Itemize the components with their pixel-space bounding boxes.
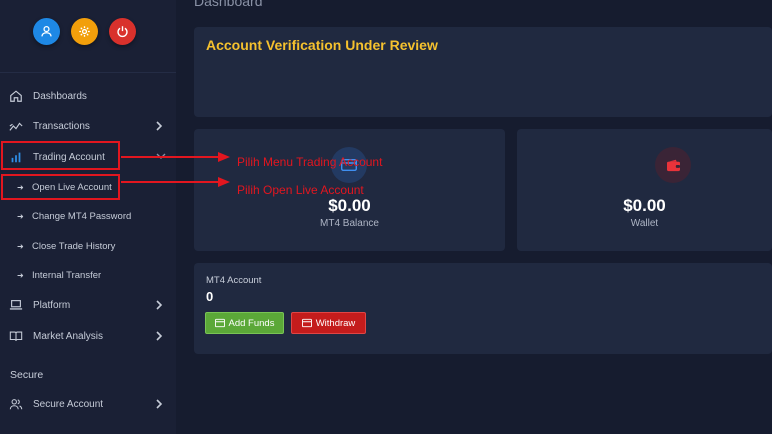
sidebar-subitem-close-trade-history[interactable]: ➜ Close Trade History <box>0 235 176 257</box>
sidebar-item-label: Transactions <box>33 120 90 132</box>
highlight-box-open-live-account <box>1 174 120 200</box>
sidebar-item-label: Platform <box>33 299 71 311</box>
annotation-step-2: Pilih Open Live Account <box>237 183 364 197</box>
add-funds-label: Add Funds <box>228 317 275 329</box>
sidebar-subitem-label: Close Trade History <box>32 240 116 252</box>
wallet-label: Wallet <box>630 218 659 229</box>
add-funds-button[interactable]: Add Funds <box>205 312 284 334</box>
arrow-right-icon: ➜ <box>17 270 24 280</box>
sidebar-item-dashboards[interactable]: Dashboards <box>0 84 176 108</box>
power-icon <box>117 26 128 38</box>
mt4-balance-label: MT4 Balance <box>320 218 379 229</box>
sidebar-top-buttons <box>33 18 136 45</box>
gear-icon <box>79 26 90 37</box>
annotation-step-1: Pilih Menu Trading Account <box>237 155 383 169</box>
chevron-right-icon <box>156 300 163 310</box>
wallet-icon-wrap <box>655 147 691 183</box>
sidebar-item-label: Dashboards <box>33 90 87 102</box>
sidebar-section-title: Secure <box>10 369 44 381</box>
chevron-right-icon <box>156 121 163 131</box>
verification-title: Account Verification Under Review <box>206 37 438 53</box>
laptop-icon <box>8 298 23 313</box>
settings-button[interactable] <box>71 18 98 45</box>
sidebar-item-platform[interactable]: Platform <box>0 293 176 317</box>
highlight-box-trading-account <box>1 141 120 170</box>
arrow-right-icon: ➜ <box>17 211 24 221</box>
trend-icon <box>8 119 23 134</box>
sidebar-divider <box>0 72 176 73</box>
wallet-icon <box>666 159 680 171</box>
chevron-right-icon <box>156 331 163 341</box>
withdraw-button[interactable]: Withdraw <box>291 312 366 334</box>
sidebar-subitem-change-mt4-password[interactable]: ➜ Change MT4 Password <box>0 205 176 227</box>
sidebar-item-market-analysis[interactable]: Market Analysis <box>0 324 176 348</box>
sidebar-item-secure-account[interactable]: Secure Account <box>0 392 176 416</box>
sidebar-item-label: Market Analysis <box>33 330 104 342</box>
card-icon <box>301 318 312 328</box>
withdraw-label: Withdraw <box>315 317 356 329</box>
sidebar: Dashboards Transactions Trading Account … <box>0 0 176 434</box>
home-icon <box>8 89 23 104</box>
card-icon <box>214 318 225 328</box>
verification-card: Account Verification Under Review <box>194 27 772 117</box>
users-icon <box>8 397 23 412</box>
mt4-account-card: MT4 Account 0 Add Funds Withdraw <box>194 263 772 354</box>
user-icon <box>41 25 52 37</box>
sidebar-item-transactions[interactable]: Transactions <box>0 114 176 138</box>
book-icon <box>8 329 23 344</box>
mt4-balance-value: $0.00 <box>328 196 371 215</box>
mt4-account-label: MT4 Account <box>206 275 262 286</box>
page-title: Dashboard <box>194 0 263 9</box>
wallet-value: $0.00 <box>623 196 666 215</box>
sidebar-subitem-internal-transfer[interactable]: ➜ Internal Transfer <box>0 264 176 286</box>
chevron-right-icon <box>156 399 163 409</box>
chevron-down-icon <box>156 153 166 159</box>
profile-button[interactable] <box>33 18 60 45</box>
logout-button[interactable] <box>109 18 136 45</box>
sidebar-subitem-label: Change MT4 Password <box>32 210 132 222</box>
sidebar-item-label: Secure Account <box>33 398 104 410</box>
wallet-card: $0.00 Wallet <box>517 129 772 251</box>
mt4-account-value: 0 <box>206 289 214 304</box>
sidebar-subitem-label: Internal Transfer <box>32 269 102 281</box>
arrow-right-icon: ➜ <box>17 241 24 251</box>
